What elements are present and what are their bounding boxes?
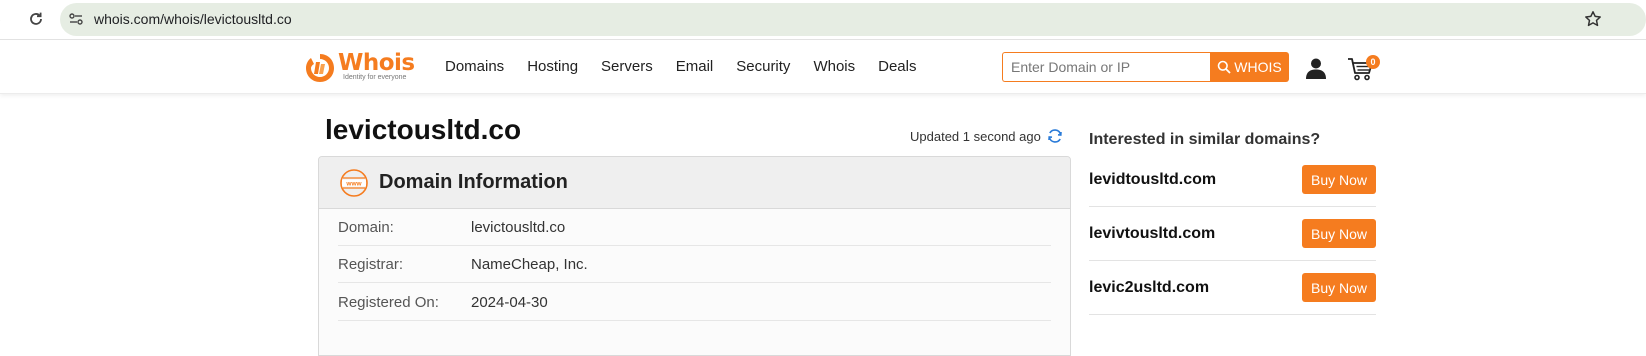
user-account-icon[interactable] — [1304, 56, 1328, 80]
buy-now-button[interactable]: Buy Now — [1302, 219, 1376, 248]
updated-text: Updated 1 second ago — [910, 128, 1041, 144]
reload-icon[interactable] — [25, 8, 47, 30]
refresh-icon[interactable] — [1047, 128, 1063, 144]
suggestion-item: levivtousltd.com Buy Now — [1089, 207, 1376, 261]
page-title: levictousltd.co — [325, 114, 522, 145]
whois-search-label: WHOIS — [1234, 59, 1282, 75]
nav-whois[interactable]: Whois — [813, 40, 855, 94]
bookmark-star-icon[interactable] — [1584, 10, 1602, 28]
similar-domains-title: Interested in similar domains? — [1089, 131, 1321, 148]
whois-search-button[interactable]: WHOIS — [1210, 52, 1289, 82]
www-globe-icon: www — [340, 168, 368, 197]
info-label: Domain: — [338, 218, 394, 236]
suggestion-item: levic2usltd.com Buy Now — [1089, 261, 1376, 315]
whois-logo[interactable]: Whois Identity for everyone — [304, 50, 424, 86]
search-icon — [1217, 60, 1231, 74]
info-value: 2024-04-30 — [471, 293, 548, 311]
url-text[interactable]: whois.com/whois/levictousltd.co — [94, 3, 292, 36]
buy-now-button[interactable]: Buy Now — [1302, 165, 1376, 194]
panel-title: Domain Information — [379, 171, 568, 193]
info-row-registrar: Registrar: NameCheap, Inc. — [338, 246, 1051, 283]
buy-now-button[interactable]: Buy Now — [1302, 273, 1376, 302]
info-value: NameCheap, Inc. — [471, 255, 588, 273]
nav-domains[interactable]: Domains — [445, 40, 504, 94]
nav-hosting[interactable]: Hosting — [527, 40, 578, 94]
domain-information-panel: www Domain Information Domain: levictous… — [318, 156, 1071, 356]
suggestion-domain: levic2usltd.com — [1089, 278, 1210, 296]
suggestion-domain: levivtousltd.com — [1089, 224, 1216, 242]
info-value: levictousltd.co — [471, 218, 566, 236]
info-label: Registrar: — [338, 255, 404, 273]
whois-logo-mark-icon — [306, 54, 334, 82]
info-row-registered-on: Registered On: 2024-04-30 — [338, 284, 1051, 321]
suggestion-item: levidtousltd.com Buy Now — [1089, 153, 1376, 207]
main-nav: Domains Hosting Servers Email Security W… — [445, 40, 939, 94]
suggestion-domain: levidtousltd.com — [1089, 170, 1217, 188]
nav-deals[interactable]: Deals — [878, 40, 916, 94]
domain-search: WHOIS — [1002, 52, 1289, 82]
logo-tagline: Identity for everyone — [343, 74, 407, 81]
www-icon-text: www — [345, 180, 362, 187]
cart-button[interactable]: 0 — [1347, 54, 1381, 82]
address-bar[interactable]: whois.com/whois/levictousltd.co — [60, 3, 1646, 36]
panel-header: www Domain Information — [319, 157, 1070, 209]
forward-icon[interactable]: › — [0, 10, 10, 28]
cart-count-badge: 0 — [1366, 55, 1380, 69]
info-row-domain: Domain: levictousltd.co — [338, 209, 1051, 246]
info-label: Registered On: — [338, 293, 439, 311]
domain-search-input[interactable] — [1002, 52, 1210, 82]
nav-security[interactable]: Security — [736, 40, 790, 94]
site-header: Whois Identity for everyone Domains Host… — [0, 40, 1646, 94]
browser-toolbar: › whois.com/whois/levictousltd.co — [0, 0, 1646, 40]
site-settings-icon[interactable] — [68, 11, 84, 27]
nav-email[interactable]: Email — [676, 40, 714, 94]
nav-servers[interactable]: Servers — [601, 40, 653, 94]
updated-status: Updated 1 second ago — [910, 127, 1063, 145]
logo-wordmark: Whois — [338, 50, 415, 76]
